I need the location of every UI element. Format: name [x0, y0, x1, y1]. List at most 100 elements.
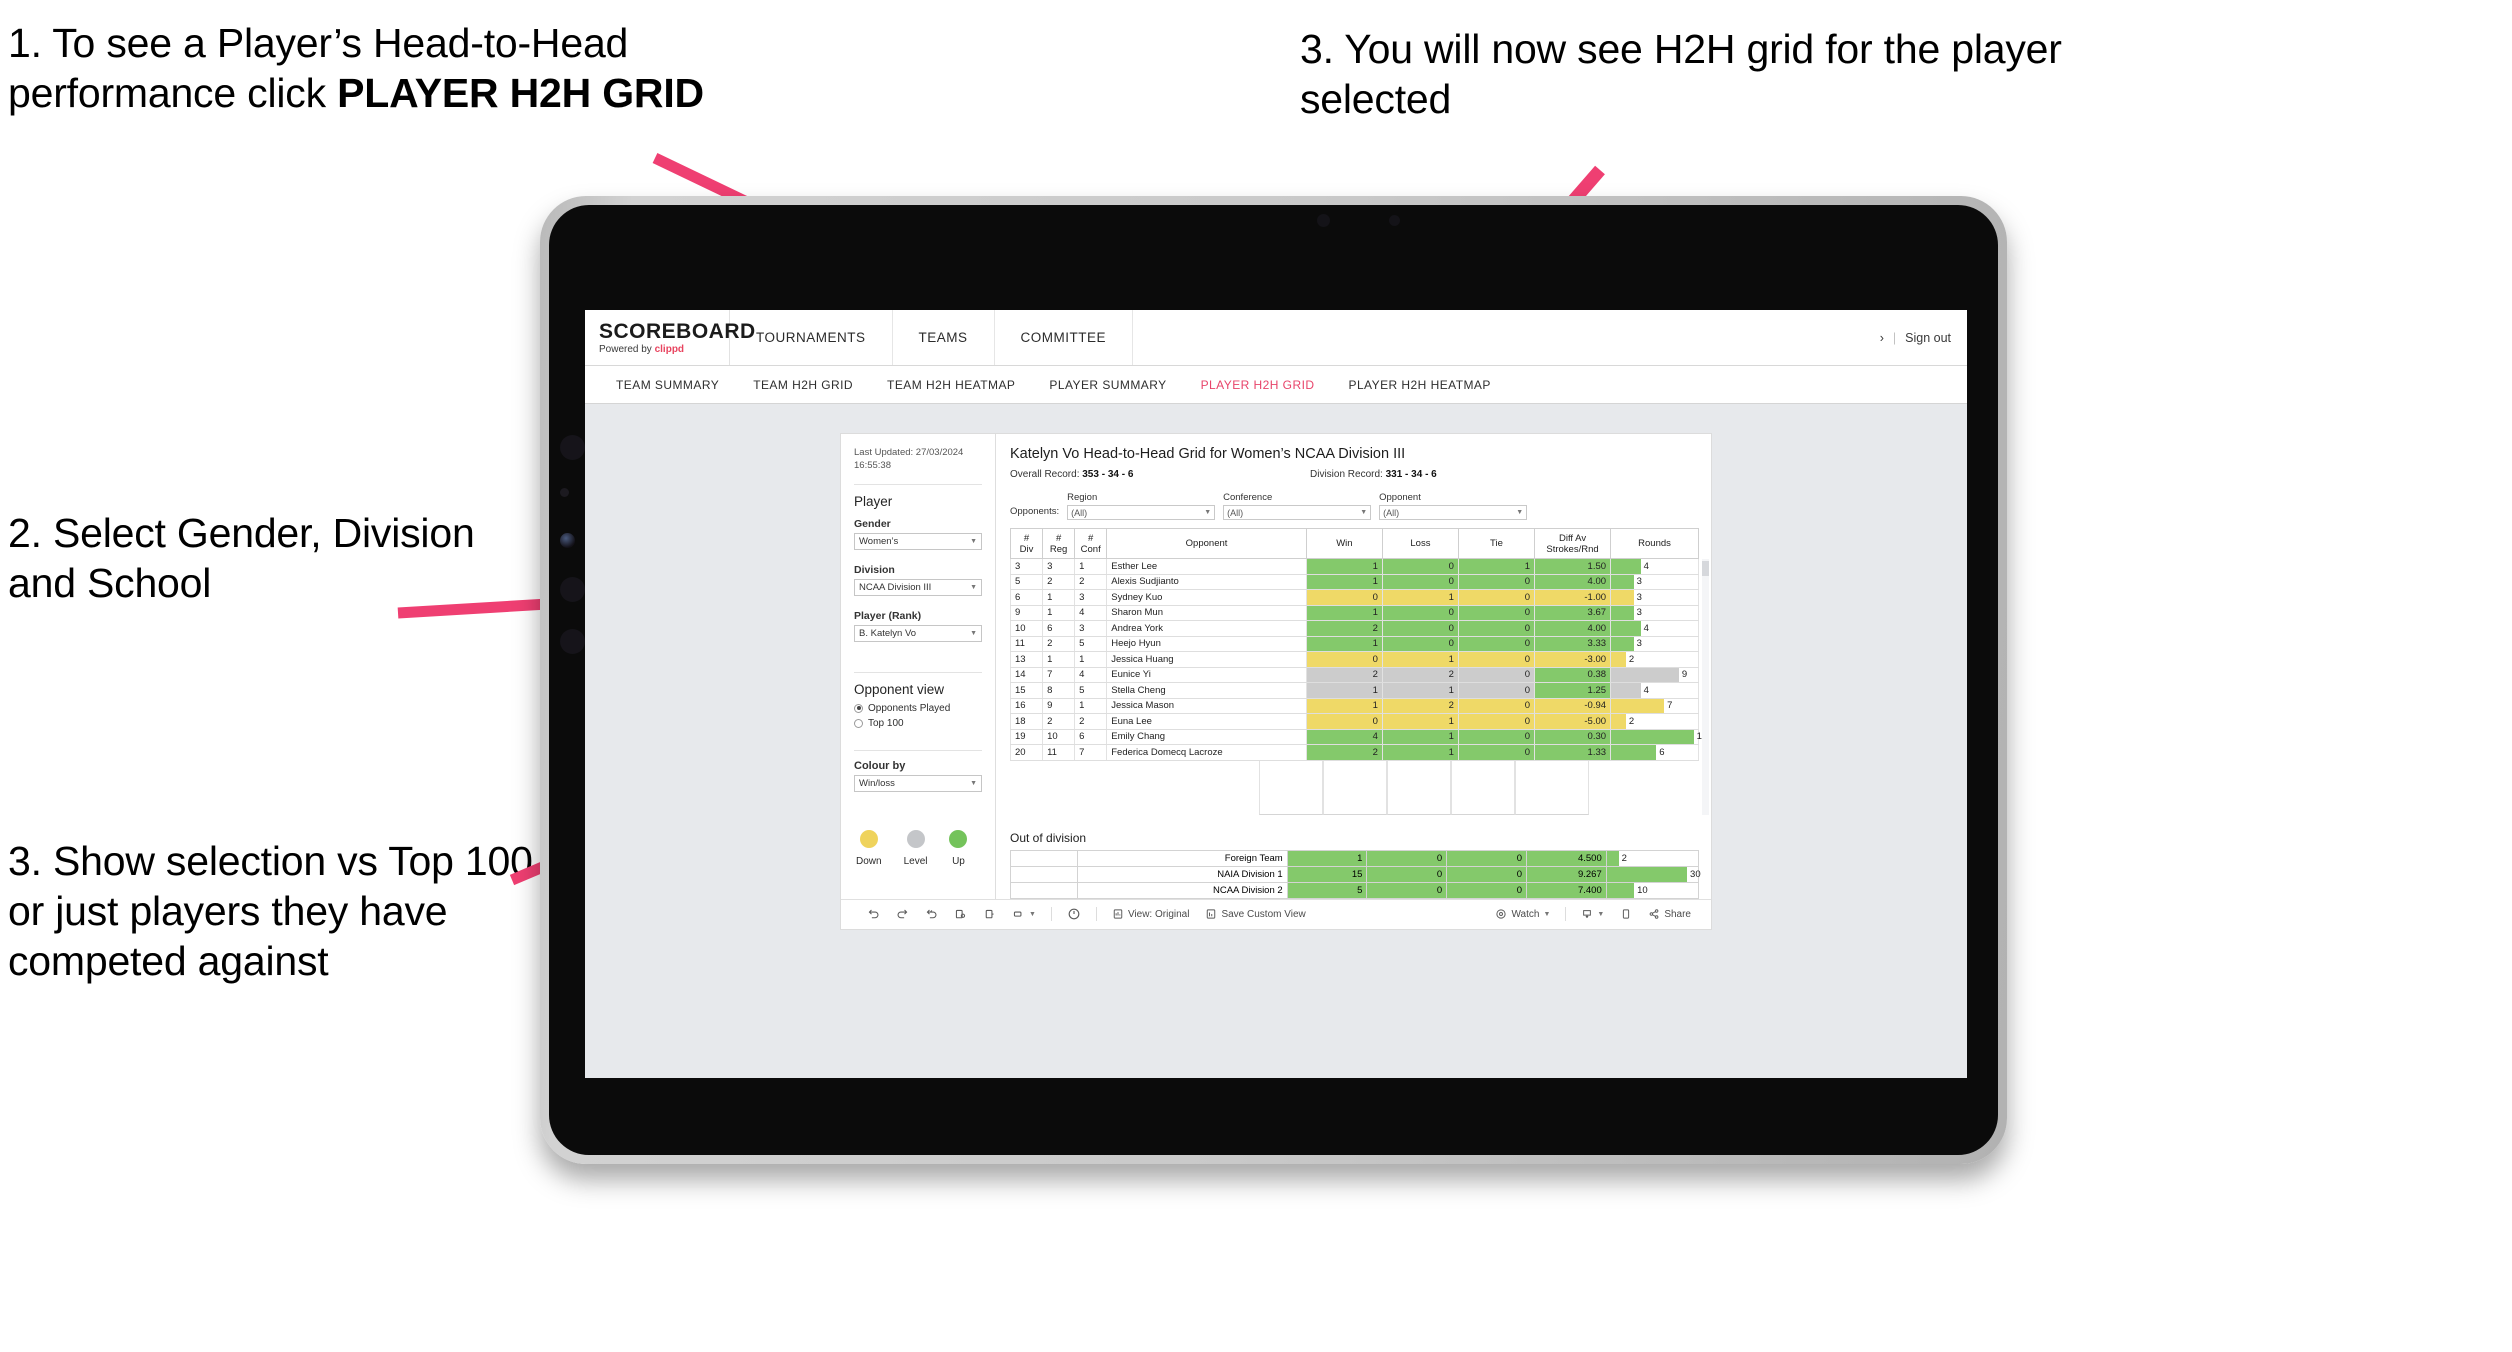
refresh-button[interactable]	[946, 908, 975, 921]
grid-header: # Div # Reg # Conf Opponent Win Loss Tie Diff Av St…	[1009, 528, 1699, 559]
region-label: Region	[1067, 492, 1098, 503]
share-label: Share	[1664, 908, 1691, 920]
tab-team-summary[interactable]: TEAM SUMMARY	[599, 366, 736, 404]
download-button[interactable]: ▼	[1573, 908, 1612, 920]
table-cell: 19	[1009, 729, 1044, 745]
table-cell: 7	[1042, 667, 1076, 683]
rounds-bar	[1606, 866, 1688, 882]
save-custom-view-button[interactable]: Save Custom View	[1197, 908, 1313, 920]
table-row[interactable]: 3 3 1 Esther Lee 1 0 1 1.50 4	[1009, 558, 1699, 575]
tab-player-h2h-heatmap[interactable]: PLAYER H2H HEATMAP	[1331, 366, 1507, 404]
chevron-down-icon: ▼	[970, 583, 977, 591]
table-cell: 5	[1009, 574, 1044, 590]
revert-button[interactable]	[917, 908, 946, 921]
rounds-value: 4	[1643, 560, 1649, 572]
table-row[interactable]: NAIA Division 1 15 0 0 9.267 30	[1009, 865, 1701, 883]
tab-player-summary[interactable]: PLAYER SUMMARY	[1032, 366, 1183, 404]
grid-scrollbar-thumb[interactable]	[1702, 561, 1709, 576]
table-cell: 1	[1286, 849, 1368, 867]
tab-team-h2h-heatmap[interactable]: TEAM H2H HEATMAP	[870, 366, 1032, 404]
nav-item-tournaments[interactable]: TOURNAMENTS	[730, 310, 893, 365]
rounds-bar-cell: 3	[1610, 605, 1699, 621]
table-row[interactable]: 13 1 1 Jessica Huang 0 1 0 -3.00 2	[1009, 651, 1699, 668]
colour-by-select[interactable]: Win/loss ▼	[854, 774, 982, 792]
table-row[interactable]: 19106Emily Chang4100.3011	[1009, 729, 1707, 745]
table-cell: Esther Lee	[1106, 558, 1307, 575]
redo-button[interactable]	[888, 908, 917, 921]
divider	[854, 671, 982, 673]
grid-scrollbar-track[interactable]	[1702, 559, 1709, 815]
grid-col-header[interactable]: Diff Av Strokes/Rnd	[1533, 528, 1612, 559]
table-cell: 1	[1305, 698, 1383, 714]
nav-item-teams[interactable]: TEAMS	[893, 310, 995, 365]
watch-button[interactable]: Watch ▼	[1487, 908, 1558, 920]
opponent-select[interactable]: (All) ▼	[1379, 505, 1528, 520]
table-row[interactable]: 15 8 5 Stella Cheng 1 1 0 1.25 4	[1009, 682, 1699, 699]
gender-label: Gender	[854, 517, 891, 530]
grid-col-header[interactable]: # Div	[1009, 528, 1044, 559]
table-row[interactable]: 20 11 7 Federica Domecq Lacroze 2 1 0 1.33 6	[1009, 744, 1699, 761]
table-cell: 5	[1286, 881, 1368, 899]
grid-col-header[interactable]: # Reg	[1042, 528, 1076, 559]
view-dropdown-button[interactable]: ▼	[1004, 908, 1044, 921]
table-row[interactable]: 9 1 4 Sharon Mun 1 0 0 3.67 3	[1009, 605, 1699, 621]
nav-item-committee[interactable]: COMMITTEE	[995, 310, 1134, 365]
chevron-down-icon: ▼	[1597, 910, 1605, 918]
division-select[interactable]: NCAA Division III ▼	[854, 578, 982, 596]
table-cell: 1	[1074, 651, 1108, 668]
sign-out-link[interactable]: Sign out	[1905, 331, 1951, 345]
table-row[interactable]: Foreign Team 1 0 0 4.500 2	[1009, 849, 1700, 867]
table-cell: 2	[1305, 744, 1383, 761]
grid-col-header[interactable]: Tie	[1457, 528, 1536, 559]
table-cell: 1.25	[1533, 682, 1612, 699]
rounds-bar	[1606, 850, 1619, 866]
device-preview-button[interactable]	[1612, 908, 1640, 920]
table-row[interactable]: 18 2 2 Euna Lee 0 1 0 -5.00 2	[1009, 713, 1699, 730]
table-cell: 0	[1366, 865, 1448, 883]
tab-team-h2h-grid[interactable]: TEAM H2H GRID	[736, 366, 870, 404]
chevron-down-icon: ▼	[1029, 910, 1036, 918]
table-cell: 0	[1446, 849, 1527, 867]
gender-select[interactable]: Women’s ▼	[854, 532, 982, 550]
table-row[interactable]: 10 6 3 Andrea York 2 0 0 4.00 4	[1009, 620, 1699, 637]
table-row[interactable]: 14 7 4 Eunice Yi 2 2 0 0.38 9	[1009, 667, 1699, 683]
rounds-value: 6	[1659, 746, 1665, 758]
conference-select[interactable]: (All) ▼	[1223, 505, 1372, 520]
table-row[interactable]: 16 9 1 Jessica Mason 1 2 0 -0.94 7	[1009, 698, 1699, 714]
user-chevron-icon[interactable]: ›	[1880, 331, 1884, 345]
table-row[interactable]: 6 1 3 Sydney Kuo 0 1 0 -1.00 3	[1009, 589, 1699, 606]
radio-opponents-played[interactable]: Opponents Played	[854, 703, 982, 714]
table-cell: 2	[1381, 698, 1459, 714]
grid-col-header[interactable]: Loss	[1381, 528, 1459, 559]
radio-top-100[interactable]: Top 100	[854, 718, 982, 729]
table-cell: 5	[1074, 682, 1108, 699]
share-button[interactable]: Share	[1640, 908, 1699, 920]
pause-updates-button[interactable]	[1059, 907, 1089, 921]
table-row[interactable]: NCAA Division 2 5 0 0 7.400 10	[1009, 881, 1700, 899]
filter-group-player-title: Player	[854, 493, 893, 509]
table-cell: 0	[1457, 636, 1536, 652]
table-cell: 1	[1074, 698, 1108, 714]
tab-player-h2h-grid[interactable]: PLAYER H2H GRID	[1184, 366, 1332, 404]
table-cell: Jessica Huang	[1106, 651, 1307, 668]
region-select[interactable]: (All) ▼	[1067, 505, 1216, 520]
grid-col-header[interactable]: # Conf	[1074, 528, 1108, 559]
table-cell: 3.33	[1533, 636, 1612, 652]
grid-col-header[interactable]: Opponent	[1106, 528, 1307, 559]
table-cell: 0	[1381, 574, 1459, 590]
player-rank-select[interactable]: B. Katelyn Vo ▼	[854, 624, 982, 642]
table-cell: 2	[1042, 636, 1076, 652]
grid-header-row: # Div # Reg # Conf Opponent Win Loss Tie Diff Av St…	[1009, 528, 1699, 559]
grid-col-header[interactable]: Rounds	[1610, 528, 1699, 559]
table-row[interactable]: 5 2 2 Alexis Sudjianto 1 0 0 4.00 3	[1009, 574, 1699, 590]
table-row[interactable]: 11 2 5 Heejo Hyun 1 0 0 3.33 3	[1009, 636, 1699, 652]
brand-logo[interactable]: SCOREBOARD Powered by clippd	[585, 310, 755, 365]
grid-col-header[interactable]: Win	[1305, 528, 1383, 559]
undo-button[interactable]	[859, 908, 888, 921]
pause-button[interactable]	[975, 908, 1004, 921]
table-cell: Euna Lee	[1106, 713, 1307, 730]
view-original-button[interactable]: View: Original	[1104, 908, 1198, 920]
table-cell: 1	[1305, 574, 1383, 590]
table-cell: 0	[1366, 849, 1448, 867]
rounds-bar-cell: 4	[1610, 682, 1699, 699]
